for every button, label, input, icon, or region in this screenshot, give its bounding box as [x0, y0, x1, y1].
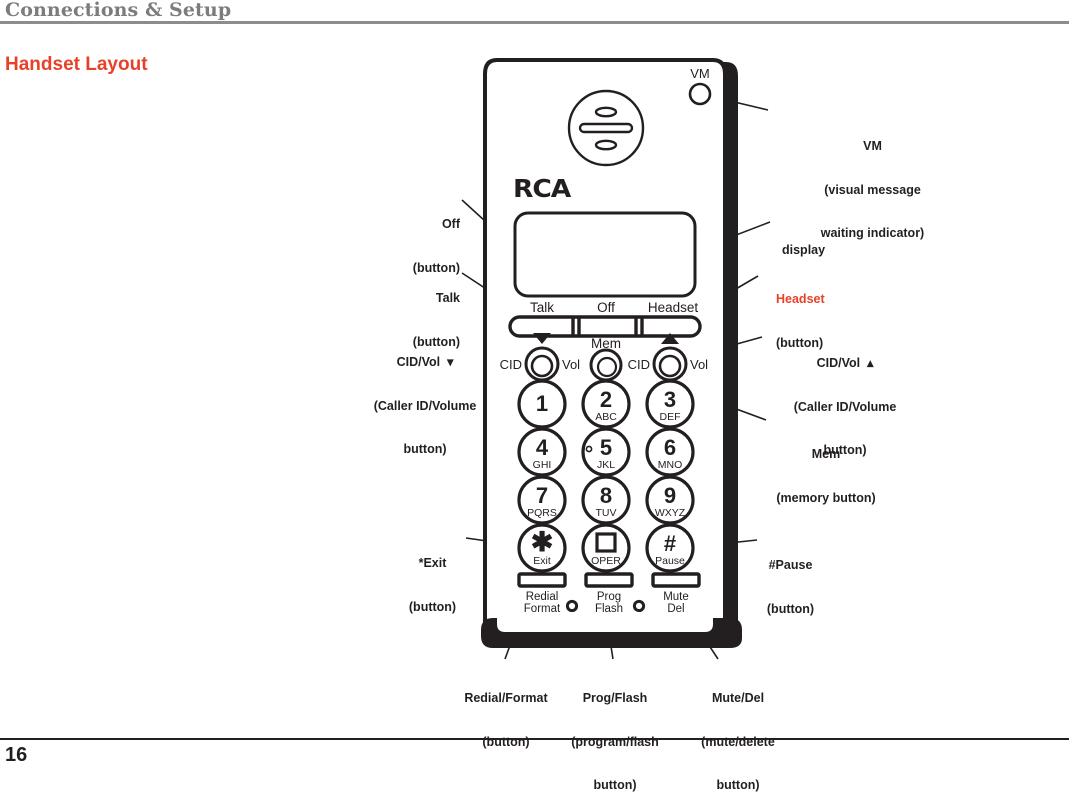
callout-starexit-line1: *Exit — [418, 556, 447, 570]
callout-vm-line1: VM — [863, 139, 882, 153]
keypad-digit: 6 — [664, 435, 676, 460]
keypad-letters: PQRS — [527, 507, 557, 519]
callout-cidvoldown-line1: CID/Vol ▾ — [396, 355, 454, 369]
callout-prog-flash: Prog/Flash (program/flash button) — [556, 662, 674, 807]
running-header: Connections & Setup — [0, 0, 1069, 26]
keypad-digit: 1 — [536, 391, 548, 416]
chapter-title: Connections & Setup — [5, 0, 232, 21]
callout-cid-vol-down: CID/Vol ▾ (Caller ID/Volume button) — [365, 326, 485, 471]
tactile-dot-icon — [585, 445, 593, 453]
callout-progflash-line3: button) — [593, 778, 637, 792]
keypad: 1 2ABC 3DEF 4GHI 5JKL 6MNO 7PQRS 8TUV 9WXYZ ✱Exit… — [517, 379, 695, 573]
keypad-key-def[interactable]: 3DEF — [645, 379, 695, 429]
keypad-letters: MNO — [658, 459, 683, 471]
keypad-digit: 8 — [600, 483, 612, 508]
bottom-function-keys: Redial Format Prog Flash Mute Del — [517, 572, 701, 615]
svg-text:Vol: Vol — [562, 357, 580, 372]
vm-label: VM — [690, 66, 710, 81]
keypad-letters: TUV — [596, 507, 617, 519]
keypad-key-abc[interactable]: 2ABC — [581, 379, 631, 429]
callout-progflash-line1: Prog/Flash — [582, 691, 648, 705]
vm-indicator: VM — [688, 66, 712, 106]
keypad-letters: Pause — [655, 555, 685, 567]
svg-text:Mute: Mute — [663, 591, 689, 603]
keypad-key-wxyz[interactable]: 9WXYZ — [645, 475, 695, 525]
handset-lower-face — [497, 612, 713, 632]
callout-mutedel-line2: (mute/delete — [701, 734, 775, 749]
svg-text:Vol: Vol — [690, 357, 708, 372]
keypad-key-exit[interactable]: ✱Exit — [517, 523, 567, 573]
callout-display-line1: display — [782, 243, 826, 257]
keypad-letters: OPER — [591, 555, 621, 567]
earpiece-speaker — [567, 89, 645, 167]
keypad-digit: # — [664, 531, 676, 556]
callout-mem-line1: Mem — [811, 447, 841, 461]
callout-mute-del: Mute/Del (mute/delete button) — [676, 662, 800, 807]
callout-cidvolup-line1: CID/Vol ▴ — [816, 356, 874, 370]
keypad-key-ghi[interactable]: 4GHI — [517, 427, 567, 477]
callout-pound-pause: #Pause (button) — [708, 529, 873, 631]
keypad-key-mno[interactable]: 6MNO — [645, 427, 695, 477]
keypad-digit: 3 — [664, 387, 676, 412]
keypad-letters: ABC — [595, 411, 617, 423]
softkey-label-talk: Talk — [530, 300, 554, 315]
callout-cidvolup-line2: (Caller ID/Volume — [793, 399, 897, 414]
cid-vol-up-button: CID Vol — [628, 333, 708, 382]
keypad-key-pause[interactable]: #Pause — [645, 523, 695, 573]
callout-mem-button: Mem (memory button) — [736, 418, 916, 520]
keypad-letters: DEF — [660, 411, 681, 423]
keypad-digit: 4 — [536, 435, 549, 460]
svg-text:Redial: Redial — [526, 591, 559, 603]
microphone-band — [481, 618, 742, 648]
cid-vol-down-button: CID Vol — [500, 333, 580, 382]
keypad-key-oper[interactable]: OPER — [581, 523, 631, 573]
keypad-key-jkl[interactable]: 5JKL — [581, 427, 631, 477]
keypad-letters: WXYZ — [655, 507, 686, 519]
keypad-digit: ✱ — [531, 527, 554, 557]
callout-cidvoldown-line2: (Caller ID/Volume — [373, 398, 477, 413]
callout-cidvoldown-line3: button) — [403, 442, 447, 456]
svg-text:Prog: Prog — [597, 591, 621, 603]
handset-body — [483, 58, 738, 644]
callout-mutedel-line1: Mute/Del — [711, 691, 765, 705]
keypad-digit: 2 — [600, 387, 612, 412]
callout-star-exit: *Exit (button) — [380, 527, 485, 629]
page-title: Handset Layout — [5, 54, 148, 75]
svg-text:Format: Format — [524, 603, 561, 615]
callout-talk-line1: Talk — [435, 291, 460, 305]
page-number: 16 — [5, 744, 28, 766]
callout-mem-line2: (memory button) — [776, 490, 876, 505]
svg-text:CID: CID — [628, 357, 650, 372]
mem-button: Mem — [589, 336, 623, 382]
svg-text:CID: CID — [500, 357, 522, 372]
callout-mutedel-line3: button) — [716, 778, 760, 792]
softkey-bar — [508, 315, 702, 338]
lcd-display — [513, 211, 697, 298]
rca-logo: RCA — [513, 175, 571, 204]
svg-text:Flash: Flash — [595, 603, 623, 615]
keypad-letters: JKL — [597, 459, 615, 471]
keypad-key-1[interactable]: 1 — [517, 379, 567, 429]
keypad-digit: 9 — [664, 483, 676, 508]
callout-starexit-line2: (button) — [408, 599, 457, 614]
handset-lower-outline — [483, 560, 727, 638]
header-divider — [0, 21, 1069, 24]
keypad-key-pqrs[interactable]: 7PQRS — [517, 475, 567, 525]
callout-vm-line2: (visual message — [824, 182, 921, 197]
keypad-digit: 7 — [536, 483, 548, 508]
keypad-key-tuv[interactable]: 8TUV — [581, 475, 631, 525]
svg-text:Mem: Mem — [591, 336, 621, 351]
callout-progflash-line2: (program/flash — [571, 734, 659, 749]
keypad-digit: 5 — [600, 435, 612, 460]
svg-text:Del: Del — [667, 603, 684, 615]
callout-off-line1: Off — [441, 217, 460, 231]
footer-divider — [0, 738, 1069, 740]
keypad-letters: Exit — [533, 555, 551, 567]
keypad-letters: GHI — [533, 459, 552, 471]
callout-poundpause-line1: #Pause — [768, 558, 813, 572]
callout-headset-line1: Headset — [776, 292, 825, 306]
softkey-label-headset: Headset — [648, 300, 699, 315]
callout-poundpause-line2: (button) — [766, 601, 815, 616]
softkey-label-off: Off — [597, 300, 615, 315]
